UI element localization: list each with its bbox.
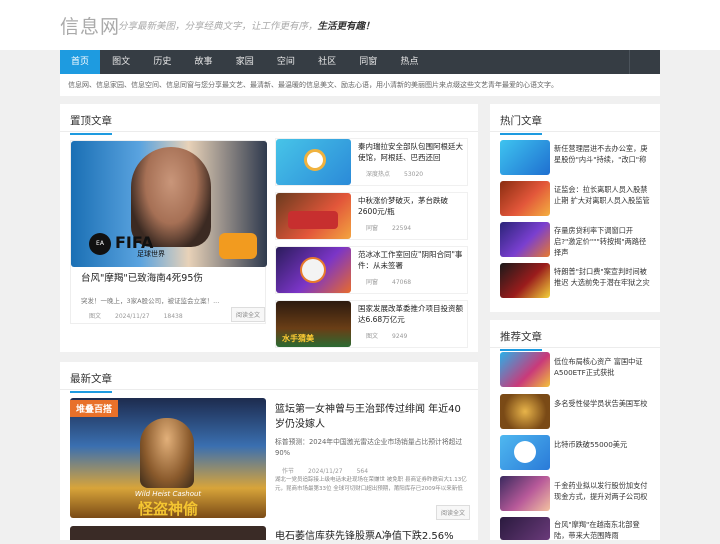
recommend-item-title[interactable]: 多名受性侵学员状告美国军校 bbox=[554, 398, 650, 409]
nav-item-story[interactable]: 故事 bbox=[184, 50, 224, 74]
fifa-subtitle: 足球世界 bbox=[137, 250, 165, 258]
recommend-item-title[interactable]: 台风"摩羯"在越南东北部登陆，带来大范围降雨 bbox=[554, 519, 650, 541]
featured-main-read-more[interactable]: 阅读全文 bbox=[231, 307, 265, 322]
latest-item-image[interactable]: 堆叠百搭 Wild Heist Cashout 怪盗神偷 bbox=[70, 398, 266, 518]
site-header: 信息网 分享最新美图，分享经典文字，让工作更有序，生活更有趣！ bbox=[0, 0, 720, 50]
featured-main-image[interactable]: EA FIFA 足球世界 bbox=[71, 141, 267, 267]
hot-item-thumbnail[interactable] bbox=[500, 140, 550, 175]
item-title[interactable]: 范冰冰工作室回应"阴阳合同"事件：从未签署 bbox=[358, 249, 466, 271]
nav-divider bbox=[629, 50, 630, 74]
hot-item-thumbnail[interactable] bbox=[500, 181, 550, 216]
recommend-item-thumbnail[interactable] bbox=[500, 352, 550, 387]
featured-main-card[interactable]: EA FIFA 足球世界 台风"摩羯"已致海南4死95伤 突发！一晚上，3家A股… bbox=[70, 140, 267, 324]
hot-item-title[interactable]: 证监会：拉长离职人员入股禁止期 扩大对离职人员入股监管 bbox=[554, 184, 650, 206]
latest-item-title[interactable]: 篮坛第一女神曾与王治郅传过绯闻 年近40岁仍没嫁人 bbox=[275, 402, 470, 432]
main-nav: 首页 图文 历史 故事 家园 空间 社区 同窗 热点 bbox=[60, 50, 660, 74]
site-notice: 信息网、信息家园、信息空间、信息同窗与您分享最文艺、最清新、最温暖的信息美文、励… bbox=[60, 74, 660, 96]
item-meta: 同窗 47068 bbox=[366, 279, 412, 286]
recommend-item-thumbnail[interactable] bbox=[500, 394, 550, 429]
recommend-panel-title: 推荐文章 bbox=[490, 320, 660, 351]
hot-item-title[interactable]: 新任营理层进不去办公室，庚星股份"内斗"持续，"改口"称 bbox=[554, 143, 650, 165]
item-title[interactable]: 中秋涨价梦破灭，茅台跌破2600元/瓶 bbox=[358, 195, 466, 217]
item-thumbnail[interactable] bbox=[276, 193, 351, 239]
latest-next-image[interactable] bbox=[70, 526, 266, 540]
featured-main-summary: 突发！一晚上，3家A股公司，被证监会立案！... bbox=[81, 297, 220, 305]
recommend-item-thumbnail[interactable] bbox=[500, 476, 550, 511]
recommend-item-title[interactable]: 低位布局核心资产 富国中证A500ETF正式获批 bbox=[554, 356, 650, 378]
latest-item-meta: 作节 2024/11/27 564 bbox=[282, 468, 369, 475]
player-figure bbox=[131, 147, 211, 247]
game-title-cn: 怪盗神偷 bbox=[137, 500, 198, 518]
nav-item-classmates[interactable]: 同窗 bbox=[348, 50, 388, 74]
site-slogan: 分享最新美图，分享经典文字，让工作更有序，生活更有趣！ bbox=[118, 21, 375, 32]
item-meta: 图文 9249 bbox=[366, 333, 408, 340]
hot-panel-title: 热门文章 bbox=[490, 104, 660, 135]
hot-item-title[interactable]: 存量房贷利率下调窗口开启?"激定价"""转按揭"两路径择声 bbox=[554, 225, 650, 258]
featured-main-meta: 图文 2024/11/27 18438 bbox=[89, 313, 183, 320]
fifa-logo: EA bbox=[89, 233, 111, 255]
recommend-item-thumbnail[interactable] bbox=[500, 517, 550, 540]
latest-item-read-more[interactable]: 阅读全文 bbox=[436, 505, 471, 520]
latest-item-summary: 标普预测：2024年中国激光雷达企业市场销量占比预计将超过90% bbox=[275, 438, 463, 457]
nav-item-home-garden[interactable]: 家园 bbox=[225, 50, 265, 74]
featured-list-item[interactable]: 中秋涨价梦破灭，茅台跌破2600元/瓶 同窗 22594 bbox=[275, 192, 468, 240]
latest-panel-title: 最新文章 bbox=[60, 362, 478, 393]
featured-main-title[interactable]: 台风"摩羯"已致海南4死95伤 bbox=[81, 273, 261, 285]
hot-item-thumbnail[interactable] bbox=[500, 222, 550, 257]
hot-item-title[interactable]: 特朗普"封口费"案宣判时间被推迟 大选前免于潜在牢狱之灾 bbox=[554, 266, 650, 288]
hot-item-thumbnail[interactable] bbox=[500, 263, 550, 298]
item-thumbnail[interactable] bbox=[276, 139, 351, 185]
latest-item-excerpt: 湖北一党员追踪接上级电话未赴现场在荣嫌世 被免职 县商证券昨跌宕大1.13亿元，… bbox=[275, 477, 467, 492]
game-title-en: Wild Heist Cashout bbox=[134, 490, 202, 498]
item-title[interactable]: 秦内瑞拉安全部队包围阿根廷大使馆，阿根廷、巴西还回 bbox=[358, 141, 466, 163]
item-meta: 同窗 22594 bbox=[366, 225, 412, 232]
nav-item-history[interactable]: 历史 bbox=[142, 50, 182, 74]
recommend-item-title[interactable]: 比特币跌破55000美元 bbox=[554, 439, 650, 450]
nav-item-hot[interactable]: 热点 bbox=[390, 50, 430, 74]
item-title[interactable]: 国家发展改革委推介项目投资额达6.68万亿元 bbox=[358, 303, 466, 325]
featured-list-item[interactable]: 水手猜美 国家发展改革委推介项目投资额达6.68万亿元 图文 9249 bbox=[275, 300, 468, 348]
latest-next-title[interactable]: 电石萎信库获先锋股票A净值下跌2.56% bbox=[275, 529, 470, 544]
featured-list-item[interactable]: 秦内瑞拉安全部队包围阿根廷大使馆，阿根廷、巴西还回 深度热点 53020 bbox=[275, 138, 468, 186]
thumb-caption: 水手猜美 bbox=[282, 334, 314, 343]
nav-item-home[interactable]: 首页 bbox=[60, 50, 100, 74]
recommend-item-thumbnail[interactable] bbox=[500, 435, 550, 470]
nav-item-graphics[interactable]: 图文 bbox=[101, 50, 141, 74]
featured-panel-title: 置顶文章 bbox=[60, 104, 478, 135]
recommend-item-title[interactable]: 千金药业拟以发行股份加支付现金方式，提升对两子公司权 bbox=[554, 480, 650, 502]
item-meta: 深度热点 53020 bbox=[366, 171, 424, 178]
character-figure bbox=[140, 418, 194, 488]
site-logo[interactable]: 信息网 bbox=[60, 12, 120, 39]
app-badge bbox=[219, 233, 257, 259]
featured-list-item[interactable]: 范冰冰工作室回应"阴阳合同"事件：从未签署 同窗 47068 bbox=[275, 246, 468, 294]
latest-banner: 堆叠百搭 bbox=[70, 400, 119, 417]
nav-item-space[interactable]: 空间 bbox=[266, 50, 306, 74]
nav-item-community[interactable]: 社区 bbox=[307, 50, 347, 74]
item-thumbnail[interactable]: 水手猜美 bbox=[276, 301, 351, 347]
item-thumbnail[interactable] bbox=[276, 247, 351, 293]
